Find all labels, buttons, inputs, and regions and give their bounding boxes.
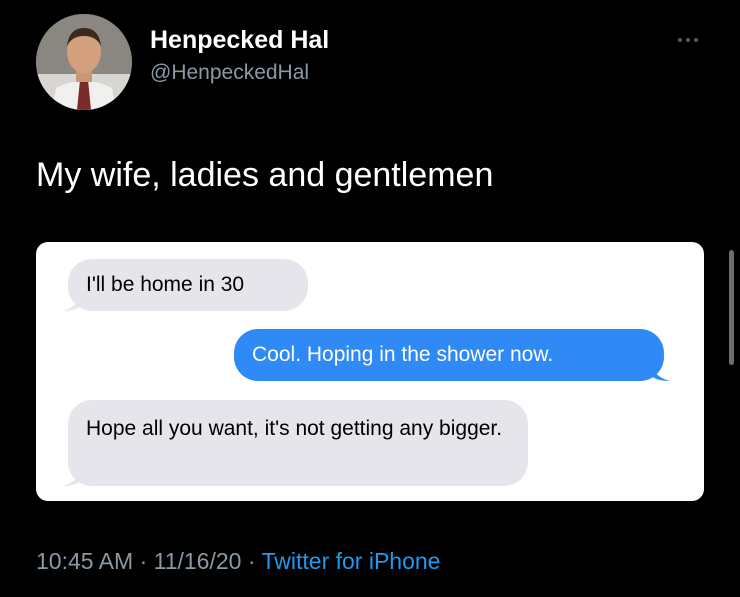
tweet-meta: 10:45 AM · 11/16/20 · Twitter for iPhone bbox=[36, 548, 440, 575]
user-handle[interactable]: @HenpeckedHal bbox=[150, 61, 309, 85]
message-bubble-sent: Cool. Hoping in the shower now. bbox=[234, 329, 670, 381]
bubble-tail bbox=[62, 293, 82, 311]
avatar-image bbox=[36, 14, 132, 110]
timestamp[interactable]: 10:45 AM · 11/16/20 bbox=[36, 548, 241, 574]
message-text: I'll be home in 30 bbox=[86, 273, 245, 296]
message-text: Cool. Hoping in the shower now. bbox=[252, 343, 554, 366]
display-name[interactable]: Henpecked Hal bbox=[150, 26, 329, 55]
bubble-tail bbox=[62, 468, 82, 486]
source-link[interactable]: Twitter for iPhone bbox=[262, 548, 441, 574]
scrollbar[interactable] bbox=[729, 250, 734, 365]
attached-screenshot[interactable]: I'll be home in 30 Cool. Hoping in the s… bbox=[36, 242, 704, 501]
message-bubble-received: I'll be home in 30 bbox=[62, 259, 308, 311]
bubble-tail bbox=[650, 363, 670, 381]
message-text: Hope all you want, it's not getting any … bbox=[86, 417, 503, 440]
more-horizontal-icon[interactable] bbox=[668, 30, 708, 50]
separator: · bbox=[247, 548, 256, 574]
tweet-text: My wife, ladies and gentlemen bbox=[36, 156, 494, 194]
avatar[interactable] bbox=[36, 14, 132, 110]
message-bubble-received: Hope all you want, it's not getting any … bbox=[62, 400, 528, 486]
